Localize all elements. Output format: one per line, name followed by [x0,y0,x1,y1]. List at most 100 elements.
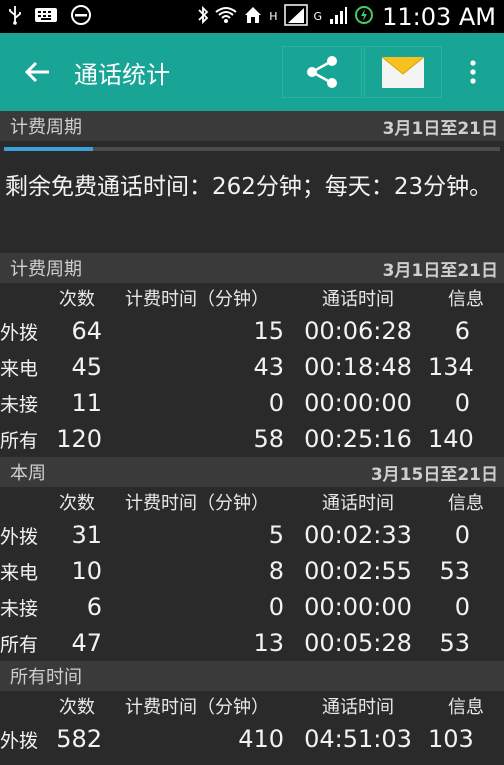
cell-duration: 00:02:33 [304,521,412,549]
cell-label: 所有 [0,429,39,452]
cell-label: 外拨 [0,321,39,344]
signal-icon [283,3,308,30]
cell-count: 6 [86,593,102,621]
cell-duration: 04:51:03 [304,725,412,753]
section-label: 本周 [10,463,46,484]
cell-billed: 0 [268,389,284,417]
network-type-h: H [269,10,278,23]
cell-billed: 5 [268,521,284,549]
cell-messages: 134 [428,353,474,381]
cell-count: 45 [71,353,102,381]
cell-count: 64 [71,317,102,345]
mail-button[interactable] [364,46,442,98]
cell-messages: 53 [439,557,470,585]
status-bar: H G 11:03 AM [0,0,504,33]
column-header-blank [0,487,48,517]
bluetooth-icon [197,5,209,29]
mail-icon [381,56,425,88]
stats-sections: 计费周期 3月1日至21日 次数 计费时间（分钟） 通话时间 信息 外拨 64 15 00:06:… [0,253,504,757]
section-label: 计费周期 [10,259,82,280]
cell-billed: 410 [238,725,284,753]
cell-messages: 140 [428,425,474,453]
stats-table: 次数 计费时间（分钟） 通话时间 信息外拨 31 5 00:02:33 0 来电 10 8 00:02… [0,487,504,661]
cell-label: 外拨 [0,525,39,548]
usb-icon [8,5,22,29]
back-button[interactable] [0,60,74,84]
cell-count: 31 [71,521,102,549]
progress-fill [4,147,94,151]
share-icon [307,56,337,88]
cell-duration: 00:02:55 [304,557,412,585]
section-header: 本周 3月15日至21日 [0,457,504,487]
billing-progress [0,141,504,161]
cell-label: 所有 [0,633,39,656]
network-type-g: G [313,10,323,23]
column-header-messages: 信息 [448,493,484,514]
table-row: 外拨 64 15 00:06:28 6 [0,313,504,349]
home-icon [243,5,263,29]
cell-messages: 103 [428,725,474,753]
table-row: 所有 47 13 00:05:28 53 [0,625,504,661]
status-system: H G 11:03 AM [197,3,496,31]
table-row: 外拨 582 410 04:51:03 103 [0,721,504,757]
cell-count: 10 [71,557,102,585]
summary-header: 计费周期 3月1日至21日 [0,111,504,141]
column-header-count: 次数 [59,493,95,514]
table-row: 未接 6 0 00:00:00 0 [0,589,504,625]
cell-billed: 15 [253,317,284,345]
share-button[interactable] [282,46,362,98]
column-header-count: 次数 [59,289,95,310]
table-row: 来电 10 8 00:02:55 53 [0,553,504,589]
cell-duration: 00:05:28 [304,629,412,657]
cell-duration: 00:25:16 [304,425,412,453]
column-header-count: 次数 [59,697,95,718]
section-range: 3月1日至21日 [382,260,498,281]
column-header-billed: 计费时间（分钟） [125,697,269,718]
summary-header-range: 3月1日至21日 [382,118,498,139]
arrow-left-icon [24,61,49,83]
cell-label: 来电 [0,357,39,380]
cell-billed: 8 [268,557,284,585]
column-header-duration: 通话时间 [322,289,394,310]
cell-billed: 13 [253,629,284,657]
overflow-menu-button[interactable] [442,59,504,85]
data-usage-icon [354,5,374,29]
cell-messages: 0 [454,593,470,621]
overflow-menu-icon [470,60,476,84]
column-header-blank [0,691,48,721]
cell-count: 120 [56,425,102,453]
stats-table: 次数 计费时间（分钟） 通话时间 信息 外拨 582 410 04:51:03 103 [0,691,504,757]
cell-messages: 6 [454,317,470,345]
cell-count: 47 [71,629,102,657]
cell-messages: 0 [454,389,470,417]
remaining-free-time: 剩余免费通话时间：262分钟；每天：23分钟。 [5,174,493,200]
cell-billed: 58 [253,425,284,453]
signal-icon-2 [328,5,348,29]
cell-messages: 0 [454,521,470,549]
stats-table: 次数 计费时间（分钟） 通话时间 信息 外拨 64 15 00:06:28 6 来电 45 43 00:… [0,283,504,457]
wifi-icon [215,6,237,28]
cell-messages: 53 [439,629,470,657]
column-header-messages: 信息 [448,289,484,310]
column-header-duration: 通话时间 [322,697,394,718]
cell-label: 未接 [0,393,39,416]
section-label: 所有时间 [10,667,82,688]
app-bar: 通话统计 [0,33,504,111]
section-header: 计费周期 3月1日至21日 [0,253,504,283]
section-header: 所有时间 [0,661,504,691]
do-not-disturb-icon [70,4,92,30]
cell-label: 未接 [0,597,39,620]
column-header-row: 次数 计费时间（分钟） 通话时间 信息 [0,283,504,313]
cell-billed: 0 [268,593,284,621]
cell-label: 来电 [0,561,39,584]
cell-duration: 00:00:00 [304,593,412,621]
cell-duration: 00:06:28 [304,317,412,345]
keyboard-icon [34,6,58,28]
summary-header-label: 计费周期 [10,117,82,138]
column-header-row: 次数 计费时间（分钟） 通话时间 信息 [0,691,504,721]
column-header-billed: 计费时间（分钟） [125,493,269,514]
table-row: 所有 120 58 00:25:16 140 [0,421,504,457]
page-title: 通话统计 [74,60,170,89]
column-header-duration: 通话时间 [322,493,394,514]
cell-billed: 43 [253,353,284,381]
